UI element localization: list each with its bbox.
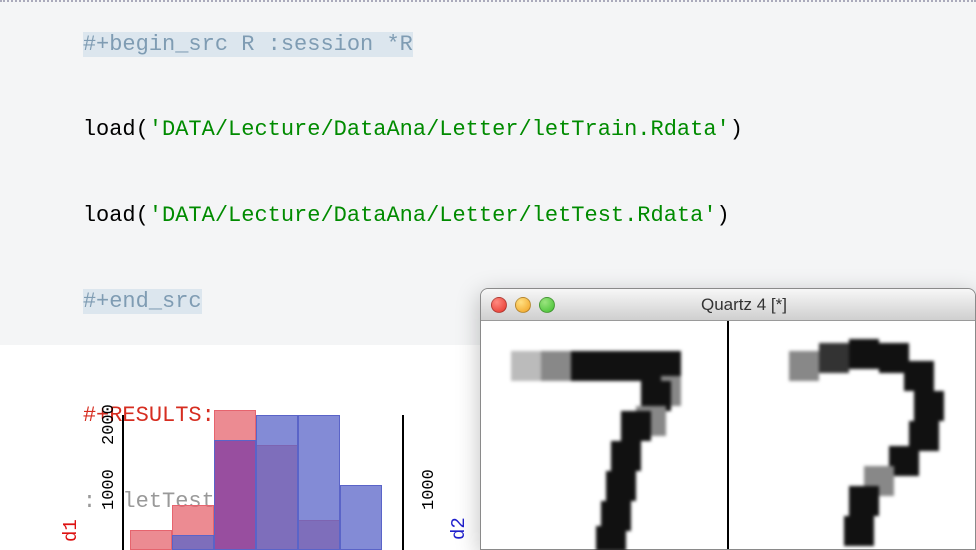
glyph-7 <box>511 351 702 549</box>
close-icon[interactable] <box>491 297 507 313</box>
code-line-hidden: #+begin_src R :session *R <box>0 0 976 88</box>
ytick-left-1: 2000 <box>100 404 119 445</box>
bar-d2-3 <box>298 415 340 550</box>
glyph-question <box>759 351 950 549</box>
str-path-2: 'DATA/Lecture/DataAna/Letter/letTest.Rda… <box>149 203 717 228</box>
pane-left <box>481 321 729 549</box>
ylabel-left: d1 <box>60 519 82 542</box>
ylabel-right: d2 <box>448 517 470 540</box>
str-path-1: 'DATA/Lecture/DataAna/Letter/letTrain.Rd… <box>149 117 730 142</box>
bar-d2-1 <box>214 440 256 550</box>
quartz-window[interactable]: Quartz 4 [*] <box>480 288 976 550</box>
ytick-right-0: 1000 <box>420 469 439 510</box>
bar-d1-0 <box>130 530 172 550</box>
fn-load-1: load <box>83 117 136 142</box>
code-line-1[interactable]: load('DATA/Lecture/DataAna/Letter/letTra… <box>0 88 976 174</box>
code-line-2[interactable]: load('DATA/Lecture/DataAna/Letter/letTes… <box>0 174 976 260</box>
fn-load-2: load <box>83 203 136 228</box>
titlebar[interactable]: Quartz 4 [*] <box>481 289 975 321</box>
bar-d2-4 <box>340 485 382 550</box>
editor-pane: #+begin_src R :session *R load('DATA/Lec… <box>0 0 976 550</box>
left-axis-line <box>122 415 124 550</box>
ytick-left-0: 1000 <box>100 469 119 510</box>
bar-d2-0 <box>172 535 214 550</box>
window-title: Quartz 4 [*] <box>563 295 965 315</box>
right-axis-line <box>402 415 404 550</box>
histogram-bars <box>130 410 370 550</box>
end-src-directive: #+end_src <box>83 289 202 314</box>
minimize-icon[interactable] <box>515 297 531 313</box>
begin-src-directive: #+begin_src R :session *R <box>83 32 413 57</box>
quartz-content <box>481 321 975 549</box>
zoom-icon[interactable] <box>539 297 555 313</box>
bar-d2-2 <box>256 415 298 550</box>
pane-right <box>729 321 975 549</box>
